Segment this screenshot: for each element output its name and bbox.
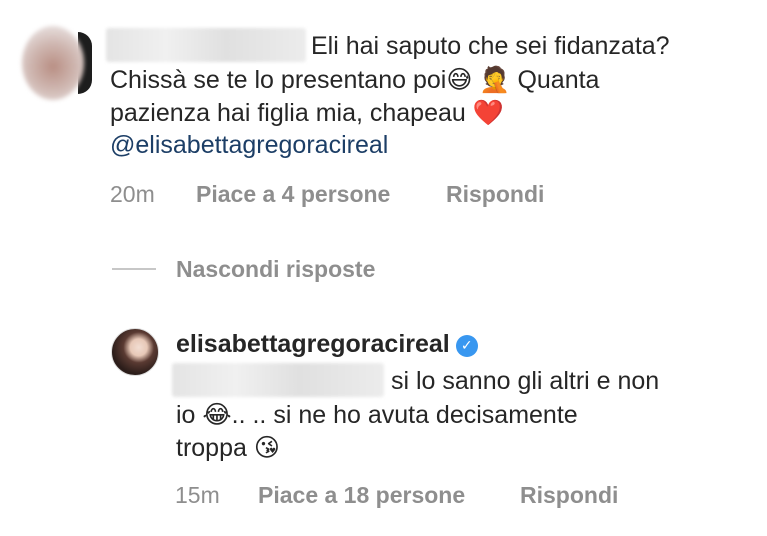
blowing-kiss-icon: 😘: [253, 433, 280, 462]
reply-text-line2: io 😂.. .. si ne ho avuta decisamente: [176, 398, 578, 432]
verified-badge-icon: ✓: [455, 334, 478, 357]
comment-text-line1: Eli hai saputo che sei fidanzata?: [311, 32, 670, 60]
facepalm-icon: 🤦: [479, 65, 511, 94]
tears-of-joy-icon: 😂: [202, 400, 232, 429]
avatar[interactable]: [111, 328, 159, 376]
sweat-smile-icon: 😅: [446, 65, 473, 94]
comment-text-line2: Chissà se te lo presentano poi😅 🤦 Quanta: [110, 63, 599, 97]
reply-text-line3: troppa 😘: [176, 431, 280, 465]
reply-text-segment: io: [176, 401, 196, 429]
redacted-username: [106, 28, 306, 62]
replies-divider: [112, 268, 156, 270]
comment-time: 20m: [110, 181, 155, 207]
reply-username[interactable]: elisabettagregoracireal ✓: [176, 330, 478, 359]
reply-time: 15m: [175, 482, 220, 508]
mention-link[interactable]: @elisabettagregoracireal: [110, 129, 388, 162]
reply-text-segment: troppa: [176, 434, 247, 462]
username-text[interactable]: elisabettagregoracireal: [176, 330, 450, 358]
comment-text-segment: Chissà se te lo presentano poi: [110, 66, 447, 94]
heart-icon: ❤️: [472, 98, 504, 127]
redacted-mention: [172, 363, 384, 397]
comment-text-segment: pazienza hai figlia mia, chapeau: [110, 99, 466, 127]
comment-text-line3: pazienza hai figlia mia, chapeau ❤️: [110, 96, 504, 130]
comment-text-segment: Quanta: [517, 66, 600, 94]
reply-text-line1: si lo sanno gli altri e non: [391, 367, 660, 395]
avatar[interactable]: [22, 26, 84, 100]
reply-button[interactable]: Rispondi: [446, 181, 544, 208]
likes-link[interactable]: Piace a 4 persone: [196, 181, 390, 208]
likes-link[interactable]: Piace a 18 persone: [258, 482, 465, 509]
reply-button[interactable]: Rispondi: [520, 482, 618, 509]
reply-text-segment: .. .. si ne ho avuta decisamente: [231, 401, 578, 429]
hide-replies-button[interactable]: Nascondi risposte: [176, 256, 375, 283]
